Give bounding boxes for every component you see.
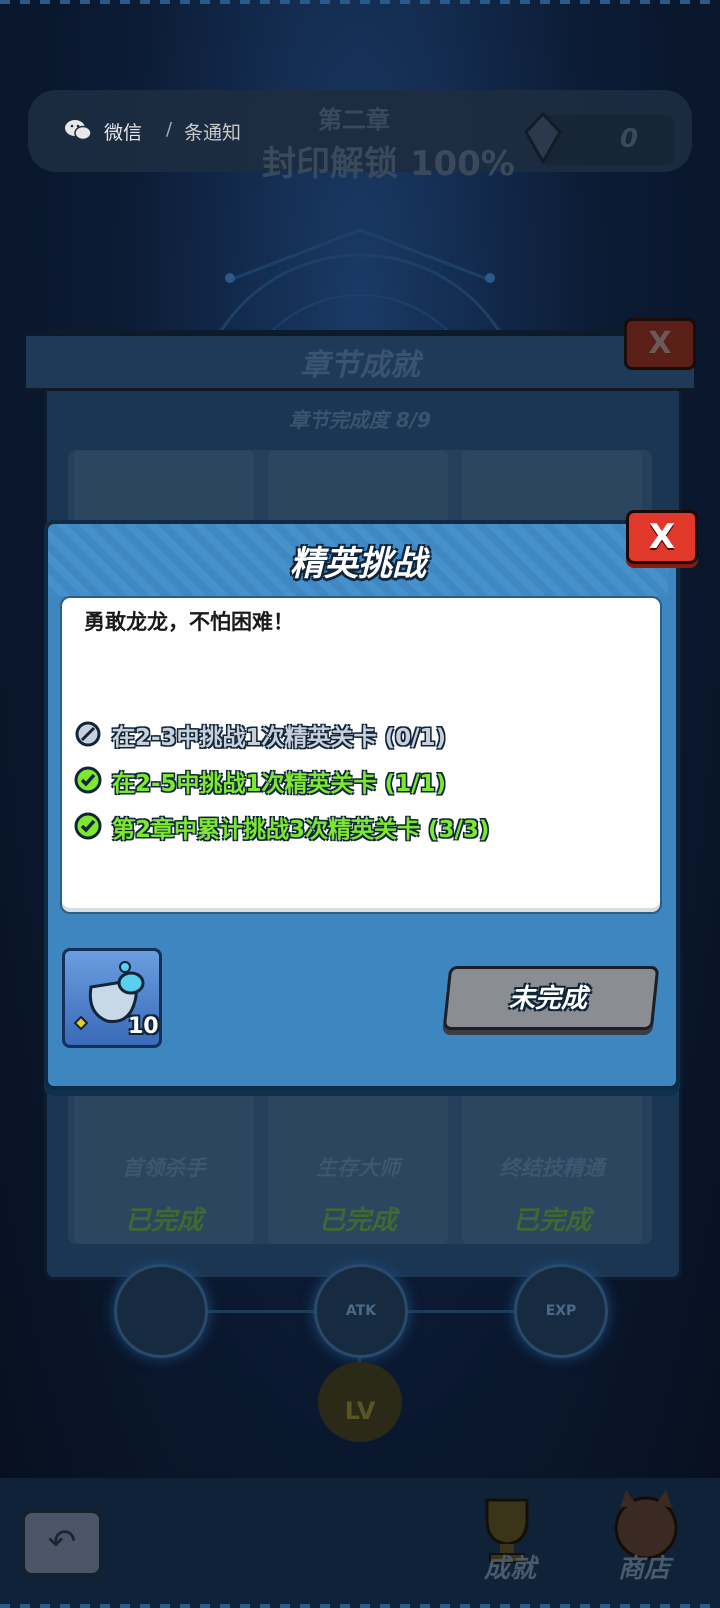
top-border — [0, 0, 720, 4]
modal-close-button[interactable]: X — [626, 510, 698, 564]
achievement-status: 已完成 — [318, 1206, 397, 1236]
blocked-icon — [75, 721, 101, 747]
notification-separator: / — [166, 119, 173, 140]
chapter-subtitle: 第二章 — [318, 106, 390, 134]
notification-app-name: 微信 — [104, 122, 143, 144]
challenge-description: 勇敢龙龙，不怕困难！ — [84, 610, 294, 634]
back-arrow-icon: ↶ — [47, 1522, 77, 1562]
chapter-unlock-progress: 封印解锁 100% — [262, 144, 515, 184]
modal-title: 精英挑战 — [290, 544, 426, 584]
status-button-label: 未完成 — [508, 984, 587, 1014]
atk-skill-node[interactable]: ATK — [314, 1264, 408, 1358]
achievement-name: 首领杀手 — [122, 1156, 206, 1180]
task-box — [60, 596, 662, 914]
horned-helmet-icon[interactable] — [114, 1264, 208, 1358]
achievement-name: 生存大师 — [316, 1156, 400, 1180]
task-text: 在2-5中挑战1次精英关卡 (1/1) — [112, 771, 446, 797]
nav-shop-label[interactable]: 商店 — [604, 1548, 684, 1585]
bottom-border — [0, 1604, 720, 1608]
gem-count: 0 — [620, 124, 639, 154]
back-button[interactable]: ↶ — [22, 1510, 102, 1576]
achievements-close-button[interactable]: X — [624, 318, 696, 370]
achievement-name: 终结技精通 — [499, 1156, 605, 1180]
level-node[interactable]: LV — [318, 1362, 402, 1442]
wechat-icon — [65, 120, 92, 141]
achievements-progress: 章节完成度 8/9 — [288, 408, 432, 432]
notification-message[interactable]: 条通知 — [184, 118, 241, 145]
exp-skill-node[interactable]: EXP — [514, 1264, 608, 1358]
task-text: 第2章中累计挑战3次精英关卡 (3/3) — [112, 817, 490, 843]
achievements-title: 章节成就 — [300, 348, 420, 383]
achievement-status: 已完成 — [512, 1206, 591, 1236]
checkmark-icon — [74, 766, 102, 794]
checkmark-icon — [74, 812, 102, 840]
achievement-status: 已完成 — [124, 1206, 203, 1236]
reward-count: 10 — [128, 1014, 159, 1039]
nav-achievements-label[interactable]: 成就 — [470, 1548, 550, 1585]
gem-icon — [524, 112, 562, 164]
task-text: 在2-3中挑战1次精英关卡 (0/1) — [112, 725, 446, 751]
